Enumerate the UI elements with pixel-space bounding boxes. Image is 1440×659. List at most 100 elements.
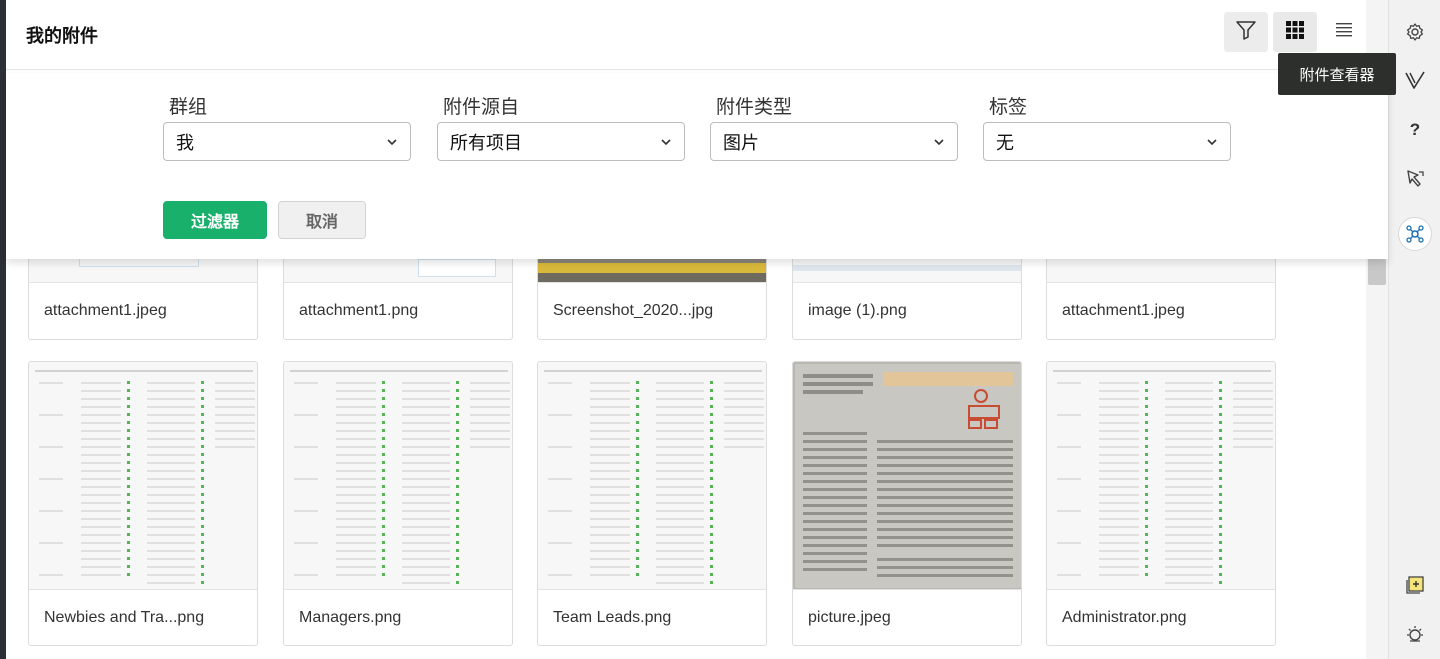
thumbnail-text-line: [1233, 398, 1273, 400]
thumbnail-text-line: [294, 478, 318, 480]
thumbnail-text-line: [402, 542, 450, 544]
thumbnail-status-dot: [636, 565, 639, 568]
source-select[interactable]: 所有项目: [437, 122, 685, 161]
thumbnail-text-line: [724, 390, 764, 392]
tour-icon[interactable]: [1389, 164, 1440, 194]
thumbnail-text-line: [336, 542, 376, 544]
thumbnail-status-dot: [1145, 501, 1148, 504]
attachment-card[interactable]: Newbies and Tra...png: [28, 361, 258, 646]
thumbnail-header-line: [35, 370, 253, 372]
thumbnail-status-dot: [382, 397, 385, 400]
thumbnail-status-dot: [382, 517, 385, 520]
thumbnail-text-line: [147, 422, 195, 424]
thumbnail-text-line: [336, 566, 376, 568]
thumbnail-text-line: [402, 478, 450, 480]
thumbnail-text-line: [402, 406, 450, 408]
thumbnail-status-dot: [382, 437, 385, 440]
thumbnail-text-line: [147, 438, 195, 440]
thumbnail-text-line: [402, 502, 450, 504]
network-button[interactable]: [1389, 217, 1440, 251]
thumbnail-status-dot: [201, 485, 204, 488]
thumbnail-text-line: [1165, 430, 1213, 432]
thumbnail-text-line: [402, 566, 450, 568]
attachment-card[interactable]: Administrator.png: [1046, 361, 1276, 646]
thumbnail-text-line: [656, 414, 704, 416]
thumbnail-status-dot: [127, 381, 130, 384]
thumbnail-text-line: [1165, 494, 1213, 496]
thumbnail-text-line: [81, 438, 121, 440]
thumbnail-text-line: [336, 382, 376, 384]
group-select[interactable]: 我: [163, 122, 411, 161]
thumbnail-status-dot: [1219, 573, 1222, 576]
theme-icon[interactable]: [1389, 619, 1440, 649]
thumbnail-status-dot: [127, 469, 130, 472]
thumbnail-status-dot: [1145, 477, 1148, 480]
thumbnail-status-dot: [127, 413, 130, 416]
thumbnail-status-dot: [382, 541, 385, 544]
attachment-card[interactable]: Managers.png: [283, 361, 513, 646]
settings-icon[interactable]: [1389, 17, 1440, 47]
vertex-logo-icon[interactable]: [1389, 65, 1440, 95]
thumbnail-text-line: [215, 438, 255, 440]
thumbnail-text-line: [1099, 470, 1139, 472]
attachment-card[interactable]: picture.jpeg: [792, 361, 1022, 646]
attachment-thumbnail: [284, 362, 512, 590]
tag-select[interactable]: 无: [983, 122, 1231, 161]
thumbnail-status-dot: [127, 565, 130, 568]
scrollbar-thumb[interactable]: [1368, 257, 1386, 285]
thumbnail-status-dot: [201, 413, 204, 416]
thumbnail-text-line: [724, 438, 764, 440]
thumbnail-text-line: [1057, 574, 1081, 576]
thumbnail-text-line: [39, 574, 63, 576]
thumbnail-status-dot: [382, 461, 385, 464]
thumbnail-status-dot: [456, 565, 459, 568]
apply-filter-button[interactable]: 过滤器: [163, 201, 267, 239]
thumbnail-text-line: [402, 582, 450, 584]
thumbnail-text-line: [81, 518, 121, 520]
grid-view-button[interactable]: [1273, 12, 1317, 52]
thumbnail-text-line: [1099, 510, 1139, 512]
thumbnail-status-dot: [456, 541, 459, 544]
thumbnail-text-line: [81, 446, 121, 448]
thumbnail-status-dot: [201, 421, 204, 424]
thumbnail-status-dot: [636, 517, 639, 520]
thumbnail-text-line: [590, 494, 630, 496]
attachment-card[interactable]: Team Leads.png: [537, 361, 767, 646]
thumbnail-text-line: [656, 574, 704, 576]
thumbnail-text-line: [402, 574, 450, 576]
thumbnail-text-line: [656, 390, 704, 392]
thumbnail-text-line: [147, 510, 195, 512]
thumbnail-text-line: [590, 486, 630, 488]
thumbnail-text-line: [1233, 422, 1273, 424]
thumbnail-text-line: [336, 526, 376, 528]
thumbnail-text-line: [402, 550, 450, 552]
thumbnail-text-line: [590, 414, 630, 416]
thumbnail-status-dot: [201, 493, 204, 496]
thumbnail-text-line: [81, 550, 121, 552]
thumbnail-status-dot: [201, 517, 204, 520]
thumbnail-status-dot: [456, 501, 459, 504]
thumbnail-text-line: [336, 462, 376, 464]
thumbnail-status-dot: [1219, 581, 1222, 584]
thumbnail-text-line: [1099, 414, 1139, 416]
thumbnail-status-dot: [456, 477, 459, 480]
type-select[interactable]: 图片: [710, 122, 958, 161]
attachment-thumbnail: [538, 362, 766, 590]
thumbnail-text-line: [1057, 510, 1081, 512]
thumbnail-status-dot: [710, 573, 713, 576]
thumbnail-status-dot: [1145, 573, 1148, 576]
thumbnail-text-line: [336, 558, 376, 560]
thumbnail-text-line: [336, 406, 376, 408]
thumbnail-text-line: [147, 446, 195, 448]
thumbnail-text-line: [336, 502, 376, 504]
thumbnail-text-line: [147, 398, 195, 400]
help-icon[interactable]: ?: [1389, 115, 1440, 145]
filter-toggle-button[interactable]: [1224, 12, 1268, 52]
list-view-button[interactable]: [1322, 12, 1366, 52]
thumbnail-text-line: [548, 510, 572, 512]
add-note-icon[interactable]: [1389, 570, 1440, 600]
thumbnail-status-dot: [710, 429, 713, 432]
cancel-button[interactable]: 取消: [278, 201, 366, 239]
thumbnail-text-line: [215, 422, 255, 424]
thumbnail-status-dot: [382, 501, 385, 504]
